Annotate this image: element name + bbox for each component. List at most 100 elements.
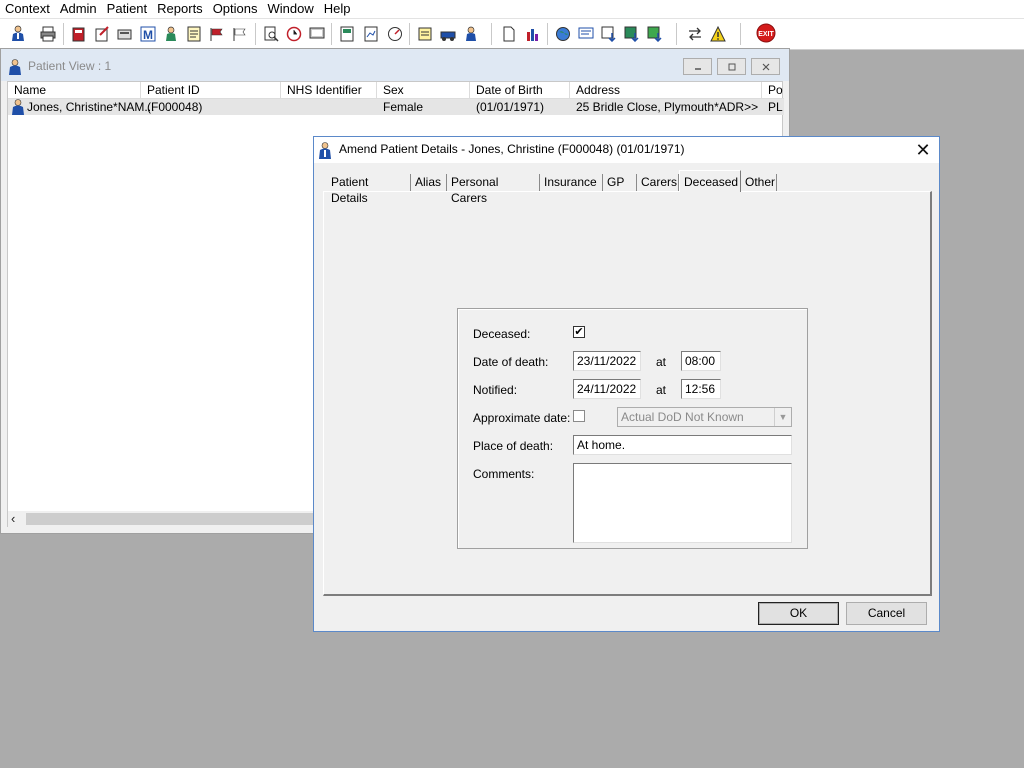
notes-icon[interactable] — [92, 24, 111, 43]
car-icon[interactable] — [438, 24, 457, 43]
patient-view-titlebar: Patient View : 1 — [1, 49, 789, 81]
monitor-icon[interactable] — [307, 24, 326, 43]
tab-insurance[interactable]: Insurance — [540, 174, 603, 192]
column-header-nhs[interactable]: NHS Identifier — [281, 82, 377, 98]
notified-date-field[interactable]: 24/11/2022 — [573, 379, 641, 399]
edit-icon[interactable] — [415, 24, 434, 43]
checkmark-icon: ✔ — [574, 326, 584, 338]
search-doc-icon[interactable] — [261, 24, 280, 43]
form-icon[interactable] — [184, 24, 203, 43]
cell-name: Jones, Christine*NAM... — [27, 100, 155, 114]
approximate-date-select[interactable]: Actual DoD Not Known ▼ — [617, 407, 792, 427]
minimize-button[interactable] — [683, 58, 712, 75]
place-of-death-label: Place of death: — [473, 439, 554, 453]
approximate-date-value: Actual DoD Not Known — [621, 410, 744, 424]
globe-icon[interactable] — [553, 24, 572, 43]
cell-postcode: PL — [768, 100, 783, 114]
transfer-icon[interactable] — [685, 24, 704, 43]
column-header-name[interactable]: Name — [8, 82, 141, 98]
column-header-sex[interactable]: Sex — [377, 82, 470, 98]
download-icon[interactable] — [599, 24, 618, 43]
cancel-button[interactable]: Cancel — [846, 602, 927, 625]
message-icon[interactable] — [576, 24, 595, 43]
amend-patient-dialog: Amend Patient Details - Jones, Christine… — [313, 136, 940, 632]
scroll-thumb[interactable] — [26, 513, 336, 525]
place-of-death-field[interactable]: At home. — [573, 435, 792, 455]
svg-text:EXIT: EXIT — [758, 31, 774, 38]
close-icon[interactable]: ✕ — [910, 139, 936, 161]
flag-icon[interactable] — [207, 24, 226, 43]
time-of-death-field[interactable]: 08:00 — [681, 351, 721, 371]
print-icon[interactable] — [38, 24, 57, 43]
tab-other[interactable]: Other — [741, 174, 777, 192]
notified-time-field[interactable]: 12:56 — [681, 379, 721, 399]
menu-window[interactable]: Window — [263, 0, 319, 18]
svg-text:M: M — [143, 28, 153, 42]
column-header-address[interactable]: Address — [570, 82, 762, 98]
approximate-date-checkbox[interactable] — [573, 410, 585, 422]
patient-icon — [319, 142, 331, 159]
tab-deceased[interactable]: Deceased — [679, 170, 741, 192]
clock-icon[interactable] — [284, 24, 303, 43]
patient-view-title: Patient View : 1 — [28, 59, 112, 73]
patient-icon — [9, 59, 21, 75]
tab-personal-carers[interactable]: Personal Carers — [447, 174, 540, 205]
menu-context[interactable]: Context — [0, 0, 55, 18]
menu-options[interactable]: Options — [208, 0, 263, 18]
tree-icon[interactable] — [645, 24, 664, 43]
cell-sex: Female — [383, 100, 424, 114]
column-header-patient-id[interactable]: Patient ID — [141, 82, 281, 98]
toolbar: M EXIT — [0, 18, 1024, 50]
scroll-left-icon[interactable]: ‹ — [11, 511, 23, 527]
exit-icon[interactable]: EXIT — [755, 22, 777, 44]
tab-patient-details[interactable]: Patient Details — [327, 174, 411, 205]
mail-icon[interactable]: M — [138, 24, 157, 43]
book-icon[interactable] — [69, 24, 88, 43]
report-icon[interactable] — [337, 24, 356, 43]
close-button[interactable] — [751, 58, 780, 75]
cell-patient-id: (F000048) — [147, 100, 203, 114]
at-label: at — [656, 383, 667, 397]
warning-icon[interactable] — [708, 24, 727, 43]
date-of-death-field[interactable]: 23/11/2022 — [573, 351, 641, 371]
deceased-checkbox[interactable]: ✔ — [573, 326, 585, 338]
column-header-dob[interactable]: Date of Birth — [470, 82, 570, 98]
tab-carers[interactable]: Carers — [637, 174, 679, 192]
document-icon[interactable] — [499, 24, 518, 43]
menu-bar: Context Admin Patient Reports Options Wi… — [0, 0, 1024, 18]
deceased-tab-page: Deceased: ✔ Date of death: 23/11/2022 at… — [323, 191, 932, 596]
bar-chart-icon[interactable] — [523, 24, 542, 43]
approximate-date-label: Approximate date: — [473, 411, 571, 425]
chevron-down-icon[interactable]: ▼ — [774, 408, 791, 426]
menu-admin[interactable]: Admin — [55, 0, 102, 18]
comments-textarea[interactable] — [573, 463, 792, 543]
column-header-postcode[interactable]: Po — [762, 82, 784, 98]
comments-label: Comments: — [473, 467, 535, 481]
at-label: at — [656, 355, 667, 369]
ok-button[interactable]: OK — [758, 602, 839, 625]
restore-button[interactable] — [717, 58, 746, 75]
patient-icon[interactable] — [8, 24, 27, 43]
table-row[interactable]: Jones, Christine*NAM... (F000048) Female… — [8, 99, 784, 115]
tab-alias[interactable]: Alias — [411, 174, 447, 192]
menu-patient[interactable]: Patient — [102, 0, 152, 18]
deceased-group: Deceased: ✔ Date of death: 23/11/2022 at… — [457, 308, 808, 549]
dialog-titlebar: Amend Patient Details - Jones, Christine… — [314, 137, 939, 163]
patient-icon — [12, 99, 24, 115]
tab-gp[interactable]: GP — [603, 174, 637, 192]
deceased-label: Deceased: — [473, 327, 531, 341]
dialog-title: Amend Patient Details - Jones, Christine… — [339, 142, 685, 156]
list-header: Name Patient ID NHS Identifier Sex Date … — [8, 82, 784, 99]
date-of-death-label: Date of death: — [473, 355, 549, 369]
menu-reports[interactable]: Reports — [152, 0, 208, 18]
person-icon[interactable] — [461, 24, 480, 43]
scanner-icon[interactable] — [115, 24, 134, 43]
map-icon[interactable] — [622, 24, 641, 43]
dial-icon[interactable] — [385, 24, 404, 43]
chart-icon[interactable] — [361, 24, 380, 43]
notified-label: Notified: — [473, 383, 518, 397]
menu-help[interactable]: Help — [319, 0, 356, 18]
doctor-icon[interactable] — [161, 24, 180, 43]
cell-dob: (01/01/1971) — [476, 100, 545, 114]
flag-alt-icon[interactable] — [230, 24, 249, 43]
